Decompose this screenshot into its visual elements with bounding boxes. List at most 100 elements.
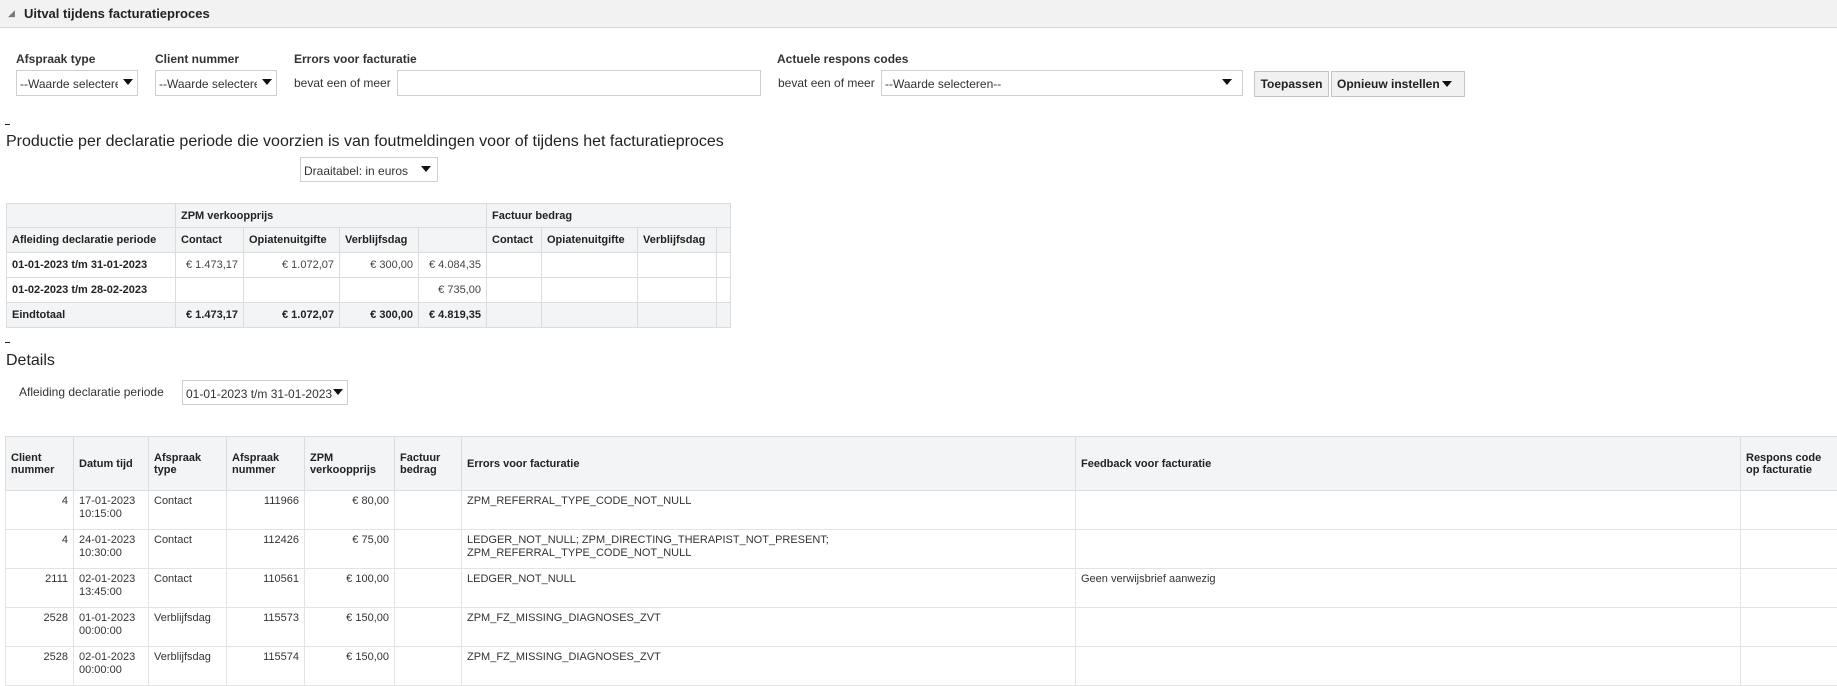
pivot-col-header-total — [716, 227, 731, 253]
pivot-total-cell: € 1.072,07 — [243, 302, 340, 328]
cell-number: 115574 — [226, 646, 305, 686]
pivot-row-label: 01-01-2023 t/m 31-01-2023 — [6, 252, 176, 278]
col-header[interactable]: Client nummer — [5, 436, 74, 491]
table-row: 2111 02-01-2023 13:45:00 Contact 110561 €… — [5, 568, 1837, 608]
cell-feedback — [1075, 490, 1741, 530]
pivot-cell: € 4.084,35 — [418, 252, 487, 278]
pivot-row-header: Afleiding declaratie periode — [6, 227, 176, 253]
table-row: 2528 02-01-2023 00:00:00 Verblijfsdag 115… — [5, 646, 1837, 686]
cell-respons — [1740, 607, 1837, 647]
chevron-down-icon — [421, 166, 431, 172]
errors-input[interactable] — [397, 70, 761, 96]
pivot-col-header: Verblijfsdag — [637, 227, 717, 253]
col-header[interactable]: Afspraak nummer — [226, 436, 305, 491]
respons-label: Actuele respons codes — [777, 52, 909, 66]
col-header[interactable]: ZPM verkoopprijs — [304, 436, 395, 491]
chevron-down-icon — [1222, 79, 1232, 85]
cell-type: Verblijfsdag — [148, 607, 227, 647]
client-nummer-select[interactable]: --Waarde selecteren-- — [155, 70, 277, 96]
cell-errors-line: LEDGER_NOT_NULL; ZPM_DIRECTING_THERAPIST… — [467, 534, 829, 546]
cell-factuur — [394, 646, 462, 686]
cell-type: Contact — [148, 490, 227, 530]
pivot-title: Productie per declaratie periode die voo… — [6, 133, 724, 150]
col-header[interactable]: Afspraak type — [148, 436, 227, 491]
section-title: Uitval tijdens facturatieproces — [24, 6, 210, 21]
apply-button[interactable]: Toepassen — [1254, 71, 1329, 97]
afspraak-type-select[interactable]: --Waarde selecteren-- — [16, 70, 138, 96]
cell-type: Contact — [148, 529, 227, 569]
cell-respons — [1740, 529, 1837, 569]
col-header[interactable]: Respons code op facturatie — [1740, 436, 1837, 491]
collapse-triangle-icon[interactable]: ◢ — [8, 8, 15, 19]
cell-factuur — [394, 568, 462, 608]
pivot-col-header: Contact — [175, 227, 244, 253]
cell-errors: ZPM_FZ_MISSING_DIAGNOSES_ZVT — [461, 607, 1076, 647]
details-table: Client nummer Datum tijd Afspraak type A… — [5, 436, 1837, 686]
pivot-total-cell: € 4.819,35 — [418, 302, 487, 328]
pivot-group-zpm: ZPM verkoopprijs — [175, 203, 487, 228]
cell-feedback — [1075, 646, 1741, 686]
cell-client: 2528 — [5, 607, 74, 647]
chevron-down-icon — [333, 389, 343, 395]
col-header[interactable]: Errors voor facturatie — [461, 436, 1076, 491]
col-header[interactable]: Datum tijd — [73, 436, 149, 491]
collapse-dash-icon[interactable] — [5, 342, 10, 343]
cell-zpm: € 150,00 — [304, 607, 395, 647]
details-period-select[interactable]: 01-01-2023 t/m 31-01-2023 — [182, 380, 348, 405]
pivot-total-cell: € 1.473,17 — [175, 302, 244, 328]
afspraak-type-label: Afspraak type — [16, 52, 96, 66]
cell-errors: ZPM_REFERRAL_TYPE_CODE_NOT_NULL — [461, 490, 1076, 530]
table-row: 2528 01-01-2023 00:00:00 Verblijfsdag 115… — [5, 607, 1837, 647]
section-header[interactable]: ◢ Uitval tijdens facturatieproces — [0, 0, 1837, 28]
col-header[interactable]: Feedback voor facturatie — [1075, 436, 1741, 491]
collapse-dash-icon[interactable] — [5, 124, 10, 125]
col-header[interactable]: Factuur bedrag — [394, 436, 462, 491]
cell-datetime: 01-01-2023 00:00:00 — [73, 607, 149, 647]
pivot-row-label: 01-02-2023 t/m 28-02-2023 — [6, 277, 176, 303]
cell-factuur — [394, 607, 462, 647]
cell-date: 24-01-2023 — [79, 534, 136, 546]
pivot-cell — [339, 277, 419, 303]
pivot-table: ZPM verkoopprijs Factuur bedrag Afleidin… — [6, 203, 731, 328]
cell-datetime: 02-01-2023 13:45:00 — [73, 568, 149, 608]
cell-client: 4 — [5, 490, 74, 530]
pivot-total-label: Eindtotaal — [6, 302, 176, 328]
cell-number: 110561 — [226, 568, 305, 608]
respons-operator: bevat een of meer — [778, 76, 875, 90]
cell-errors-line: ZPM_FZ_MISSING_DIAGNOSES_ZVT — [467, 612, 661, 624]
pivot-total-cell — [637, 302, 717, 328]
cell-zpm: € 150,00 — [304, 646, 395, 686]
pivot-cell — [541, 252, 638, 278]
pivot-total-cell: € 300,00 — [339, 302, 419, 328]
cell-type: Contact — [148, 568, 227, 608]
pivot-col-header: Contact — [486, 227, 542, 253]
pivot-cell — [716, 252, 731, 278]
cell-time: 10:15:00 — [79, 508, 122, 520]
cell-type: Verblijfsdag — [148, 646, 227, 686]
cell-errors: LEDGER_NOT_NULL; ZPM_DIRECTING_THERAPIST… — [461, 529, 1076, 569]
details-prompt-label: Afleiding declaratie periode — [19, 385, 164, 399]
pivot-cell — [637, 277, 717, 303]
chevron-down-icon — [123, 79, 133, 85]
afspraak-type-value: --Waarde selecteren-- — [20, 77, 118, 91]
pivot-cell — [486, 277, 542, 303]
reset-button[interactable]: Opnieuw instellen — [1331, 71, 1465, 97]
pivot-view-value: Draaitabel: in euros — [304, 164, 409, 178]
cell-factuur — [394, 529, 462, 569]
cell-feedback: Geen verwijsbrief aanwezig — [1075, 568, 1741, 608]
cell-date: 17-01-2023 — [79, 495, 136, 507]
cell-zpm: € 100,00 — [304, 568, 395, 608]
client-nummer-value: --Waarde selecteren-- — [159, 77, 257, 91]
respons-select[interactable]: --Waarde selecteren-- — [881, 70, 1243, 96]
cell-errors-line: ZPM_REFERRAL_TYPE_CODE_NOT_NULL — [467, 495, 692, 507]
reset-button-label: Opnieuw instellen — [1337, 77, 1440, 91]
pivot-cell — [175, 277, 244, 303]
errors-label: Errors voor facturatie — [294, 52, 417, 66]
pivot-view-select[interactable]: Draaitabel: in euros — [300, 157, 438, 182]
cell-respons — [1740, 568, 1837, 608]
pivot-col-header-total — [418, 227, 487, 253]
pivot-group-factuur: Factuur bedrag — [486, 203, 731, 228]
pivot-col-header: Opiatenuitgifte — [541, 227, 638, 253]
details-title: Details — [6, 352, 55, 369]
cell-number: 115573 — [226, 607, 305, 647]
